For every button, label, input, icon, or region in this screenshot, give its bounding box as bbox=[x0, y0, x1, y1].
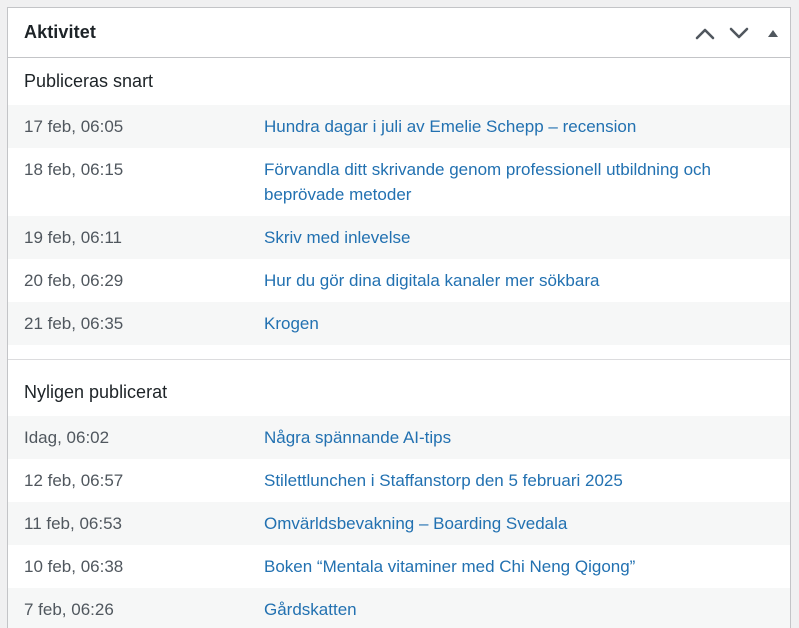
list-item: 12 feb, 06:57 Stilettlunchen i Staffanst… bbox=[8, 459, 790, 502]
item-date: 21 feb, 06:35 bbox=[24, 314, 124, 333]
item-date: 7 feb, 06:26 bbox=[24, 600, 114, 619]
post-link[interactable]: Omvärldsbevakning – Boarding Svedala bbox=[264, 502, 567, 545]
recent-list: Idag, 06:02 Några spännande AI-tips 12 f… bbox=[8, 416, 790, 628]
list-item: 21 feb, 06:35 Krogen bbox=[8, 302, 790, 345]
list-item: 17 feb, 06:05 Hundra dagar i juli av Eme… bbox=[8, 105, 790, 148]
post-link[interactable]: Gårdskatten bbox=[264, 588, 357, 628]
list-item: 19 feb, 06:11 Skriv med inlevelse bbox=[8, 216, 790, 259]
item-date: 11 feb, 06:53 bbox=[24, 514, 122, 533]
upcoming-list: 17 feb, 06:05 Hundra dagar i juli av Eme… bbox=[8, 105, 790, 345]
item-date: 17 feb, 06:05 bbox=[24, 117, 124, 136]
list-item: 11 feb, 06:53 Omvärldsbevakning – Boardi… bbox=[8, 502, 790, 545]
triangle-up-icon bbox=[768, 29, 778, 37]
activity-widget: Aktivitet Publiceras snart 17 feb, 06:05… bbox=[7, 7, 791, 628]
item-date: 19 feb, 06:11 bbox=[24, 228, 122, 247]
toggle-panel-button[interactable] bbox=[756, 15, 790, 51]
item-date: 20 feb, 06:29 bbox=[24, 271, 124, 290]
post-link[interactable]: Hur du gör dina digitala kanaler mer sök… bbox=[264, 259, 599, 302]
post-link[interactable]: Hundra dagar i juli av Emelie Schepp – r… bbox=[264, 105, 636, 148]
post-link[interactable]: Stilettlunchen i Staffanstorp den 5 febr… bbox=[264, 459, 623, 502]
widget-header: Aktivitet bbox=[8, 8, 790, 58]
post-link[interactable]: Boken “Mentala vitaminer med Chi Neng Qi… bbox=[264, 545, 635, 588]
post-link[interactable]: Några spännande AI-tips bbox=[264, 416, 451, 459]
list-item: 20 feb, 06:29 Hur du gör dina digitala k… bbox=[8, 259, 790, 302]
move-up-button[interactable] bbox=[688, 15, 722, 51]
section-title-recent: Nyligen publicerat bbox=[24, 382, 168, 402]
item-date: 18 feb, 06:15 bbox=[24, 160, 124, 179]
post-link[interactable]: Krogen bbox=[264, 302, 319, 345]
recent-section: Nyligen publicerat Idag, 06:02 Några spä… bbox=[8, 360, 790, 628]
chevron-down-icon bbox=[729, 27, 749, 38]
section-title-upcoming: Publiceras snart bbox=[24, 71, 154, 91]
move-down-button[interactable] bbox=[722, 15, 756, 51]
list-item: 18 feb, 06:15 Förvandla ditt skrivande g… bbox=[8, 148, 790, 216]
chevron-up-icon bbox=[695, 28, 715, 39]
item-date: 10 feb, 06:38 bbox=[24, 557, 124, 576]
list-item: Idag, 06:02 Några spännande AI-tips bbox=[8, 416, 790, 459]
list-item: 7 feb, 06:26 Gårdskatten bbox=[8, 588, 790, 628]
widget-controls bbox=[688, 8, 790, 57]
widget-title: Aktivitet bbox=[24, 22, 96, 42]
post-link[interactable]: Skriv med inlevelse bbox=[264, 216, 410, 259]
item-date: 12 feb, 06:57 bbox=[24, 471, 124, 490]
item-date: Idag, 06:02 bbox=[24, 428, 110, 447]
upcoming-section: Publiceras snart 17 feb, 06:05 Hundra da… bbox=[8, 58, 790, 360]
list-item: 10 feb, 06:38 Boken “Mentala vitaminer m… bbox=[8, 545, 790, 588]
post-link[interactable]: Förvandla ditt skrivande genom professio… bbox=[264, 148, 744, 216]
